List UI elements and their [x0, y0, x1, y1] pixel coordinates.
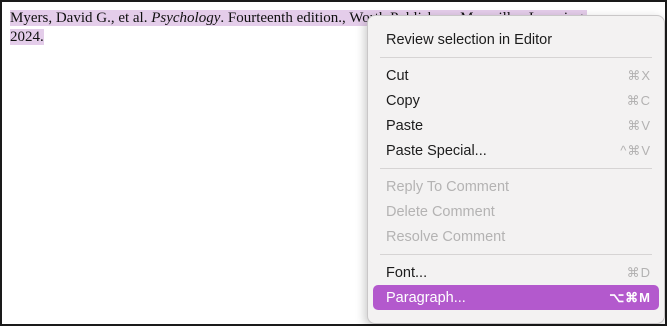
shortcut-label: ^⌘V: [620, 142, 651, 158]
citation-edition: . Fourteenth edition.,: [220, 10, 350, 26]
menu-item-label: Paste Special...: [386, 142, 487, 159]
menu-item-font[interactable]: Font... ⌘D: [373, 260, 659, 285]
menu-item-label: Reply To Comment: [386, 178, 510, 195]
menu-item-label: Resolve Comment: [386, 228, 506, 245]
menu-item-cut[interactable]: Cut ⌘X: [373, 63, 659, 88]
menu-item-resolve-comment: Resolve Comment: [373, 224, 659, 249]
menu-item-paste[interactable]: Paste ⌘V: [373, 113, 659, 138]
shortcut-label: ⌘X: [627, 67, 651, 83]
shortcut-label: ⌘V: [627, 117, 651, 133]
context-menu: Review selection in Editor Cut ⌘X Copy ⌘…: [367, 15, 665, 324]
shortcut-label: ⌘C: [626, 92, 651, 108]
menu-item-copy[interactable]: Copy ⌘C: [373, 88, 659, 113]
menu-item-label: Cut: [386, 67, 409, 84]
menu-item-label: Review selection in Editor: [386, 31, 553, 48]
menu-separator: [380, 168, 652, 169]
citation-title: Psychology: [151, 10, 221, 26]
shortcut-label: ⌘D: [626, 264, 651, 280]
citation-year: 2024.: [10, 29, 44, 45]
shortcut-label: ⌥⌘M: [609, 289, 651, 305]
menu-item-paste-special[interactable]: Paste Special... ^⌘V: [373, 138, 659, 163]
menu-item-label: Copy: [386, 92, 420, 109]
menu-item-label: Paragraph...: [386, 289, 466, 306]
menu-item-delete-comment: Delete Comment: [373, 199, 659, 224]
menu-item-label: Paste: [386, 117, 424, 134]
menu-item-label: Font...: [386, 264, 428, 281]
menu-separator: [380, 254, 652, 255]
menu-item-label: Delete Comment: [386, 203, 495, 220]
menu-item-review-selection[interactable]: Review selection in Editor: [373, 27, 659, 52]
menu-separator: [380, 57, 652, 58]
citation-authors: Myers, David G., et al.: [10, 10, 152, 26]
menu-item-paragraph[interactable]: Paragraph... ⌥⌘M: [373, 285, 659, 310]
menu-item-reply-to-comment: Reply To Comment: [373, 174, 659, 199]
